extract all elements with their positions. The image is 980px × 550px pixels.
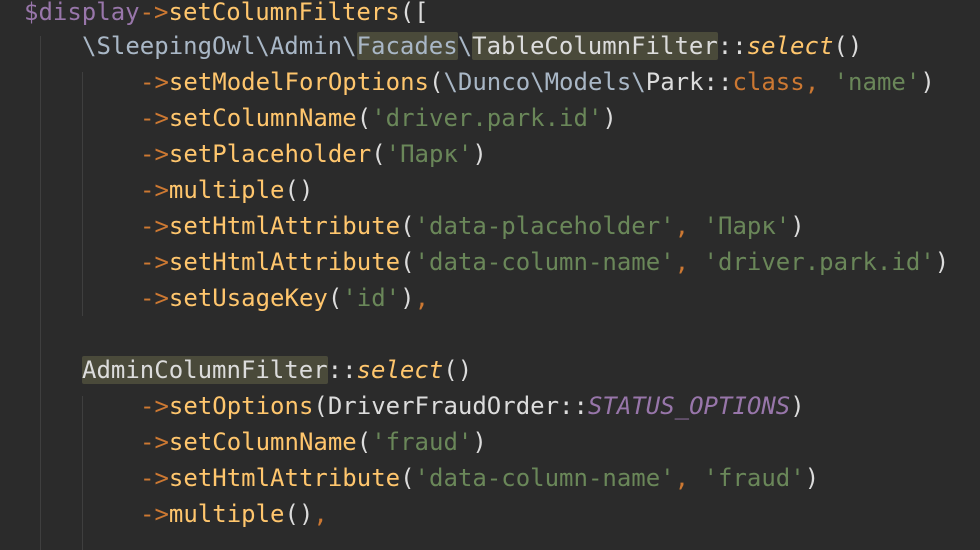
method-token: setPlaceholder <box>168 140 372 168</box>
code-line: ->multiple() <box>140 172 313 208</box>
scope-operator: :: <box>327 356 357 384</box>
punctuation: ) <box>472 428 487 456</box>
indent-guide <box>82 72 83 316</box>
method-token: setHtmlAttribute <box>168 248 401 276</box>
string-token: 'driver.park.id' <box>689 248 935 276</box>
namespace-token: \Dunco\Models\ <box>443 68 646 96</box>
method-token: setHtmlAttribute <box>168 212 401 240</box>
arrow-operator: -> <box>140 464 169 492</box>
arrow-operator: -> <box>140 284 169 312</box>
punctuation: () <box>443 356 473 384</box>
scope-operator: :: <box>703 68 733 96</box>
punctuation: ( <box>400 248 415 276</box>
method-token: setHtmlAttribute <box>168 464 401 492</box>
punctuation: ) <box>400 284 415 312</box>
code-line: $display->setColumnFilters([ <box>24 0 429 30</box>
method-token: setColumnFilters <box>168 0 400 26</box>
method-token: setModelForOptions <box>168 68 429 96</box>
scope-operator: :: <box>717 32 747 60</box>
namespace-highlight: Facades <box>356 32 458 60</box>
code-line: ->multiple(), <box>140 496 328 532</box>
indent-guide <box>40 36 41 550</box>
code-line: \SleepingOwl\Admin\Facades\TableColumnFi… <box>82 28 862 64</box>
namespace-token: \ <box>457 32 473 60</box>
method-token: setUsageKey <box>168 284 328 312</box>
comma: , <box>414 284 430 312</box>
constant-token: STATUS_OPTIONS <box>587 392 791 420</box>
code-line: AdminColumnFilter::select() <box>82 352 472 388</box>
static-method-token: select <box>746 32 834 60</box>
punctuation: ( <box>313 392 328 420</box>
string-token: 'data-column-name' <box>414 248 675 276</box>
punctuation: ) <box>472 140 487 168</box>
punctuation: ( <box>429 68 444 96</box>
code-line: ->setOptions(DriverFraudOrder::STATUS_OP… <box>140 388 805 424</box>
arrow-operator: -> <box>140 104 169 132</box>
punctuation: ( <box>371 140 386 168</box>
string-token: 'data-placeholder' <box>414 212 675 240</box>
code-line: ->setModelForOptions(\Dunco\Models\Park:… <box>140 64 935 100</box>
punctuation: () <box>833 32 863 60</box>
string-token: 'Парк' <box>385 140 473 168</box>
string-token: 'data-column-name' <box>414 464 675 492</box>
punctuation: ( <box>356 428 372 456</box>
code-editor[interactable]: $display->setColumnFilters([ \SleepingOw… <box>0 0 980 550</box>
punctuation: ) <box>934 248 950 276</box>
string-token: 'fraud' <box>689 464 805 492</box>
class-token: TableColumnFilter <box>472 32 718 60</box>
string-token: 'name' <box>819 68 921 96</box>
comma: , <box>804 68 820 96</box>
code-line: ->setHtmlAttribute('data-column-name', '… <box>140 460 819 496</box>
code-line: ->setPlaceholder('Парк') <box>140 136 487 172</box>
arrow-operator: -> <box>140 392 169 420</box>
static-method-token: select <box>356 356 444 384</box>
arrow-operator: -> <box>140 140 169 168</box>
method-token: multiple <box>168 176 285 204</box>
variable-token: $display <box>24 0 140 26</box>
class-token: Park <box>645 68 704 96</box>
arrow-operator: -> <box>140 248 169 276</box>
class-token: AdminColumnFilter <box>82 356 328 384</box>
punctuation: ) <box>804 464 820 492</box>
arrow-operator: -> <box>140 176 169 204</box>
scope-operator: :: <box>559 392 588 420</box>
arrow-operator: -> <box>140 500 169 528</box>
punctuation: ( <box>327 284 343 312</box>
comma: , <box>674 464 690 492</box>
namespace-token: \SleepingOwl\Admin\ <box>82 32 357 60</box>
punctuation: ([ <box>399 0 429 26</box>
string-token: 'id' <box>342 284 401 312</box>
class-token: DriverFraudOrder <box>327 392 560 420</box>
code-line: ->setColumnName('fraud') <box>140 424 487 460</box>
punctuation: ) <box>602 104 617 132</box>
punctuation: ( <box>356 104 372 132</box>
code-line: ->setHtmlAttribute('data-column-name', '… <box>140 244 949 280</box>
punctuation: ) <box>790 392 805 420</box>
punctuation: () <box>284 176 314 204</box>
method-token: setOptions <box>168 392 314 420</box>
arrow-operator: -> <box>140 212 169 240</box>
string-token: 'fraud' <box>371 428 473 456</box>
arrow-operator: -> <box>139 0 169 26</box>
code-line: ->setColumnName('driver.park.id') <box>140 100 617 136</box>
string-token: 'driver.park.id' <box>371 104 603 132</box>
arrow-operator: -> <box>140 428 169 456</box>
string-token: 'Парк' <box>689 212 791 240</box>
code-line: ->setHtmlAttribute('data-placeholder', '… <box>140 208 805 244</box>
indent-guide <box>82 396 83 550</box>
method-token: setColumnName <box>168 104 357 132</box>
code-line: ->setUsageKey('id'), <box>140 280 429 316</box>
comma: , <box>674 212 690 240</box>
comma: , <box>313 500 328 528</box>
punctuation: () <box>284 500 314 528</box>
punctuation: ( <box>400 212 415 240</box>
punctuation: ) <box>920 68 935 96</box>
method-token: multiple <box>168 500 285 528</box>
keyword-token: class <box>732 68 805 96</box>
punctuation: ) <box>790 212 805 240</box>
method-token: setColumnName <box>168 428 357 456</box>
arrow-operator: -> <box>140 68 169 96</box>
comma: , <box>674 248 690 276</box>
punctuation: ( <box>400 464 415 492</box>
